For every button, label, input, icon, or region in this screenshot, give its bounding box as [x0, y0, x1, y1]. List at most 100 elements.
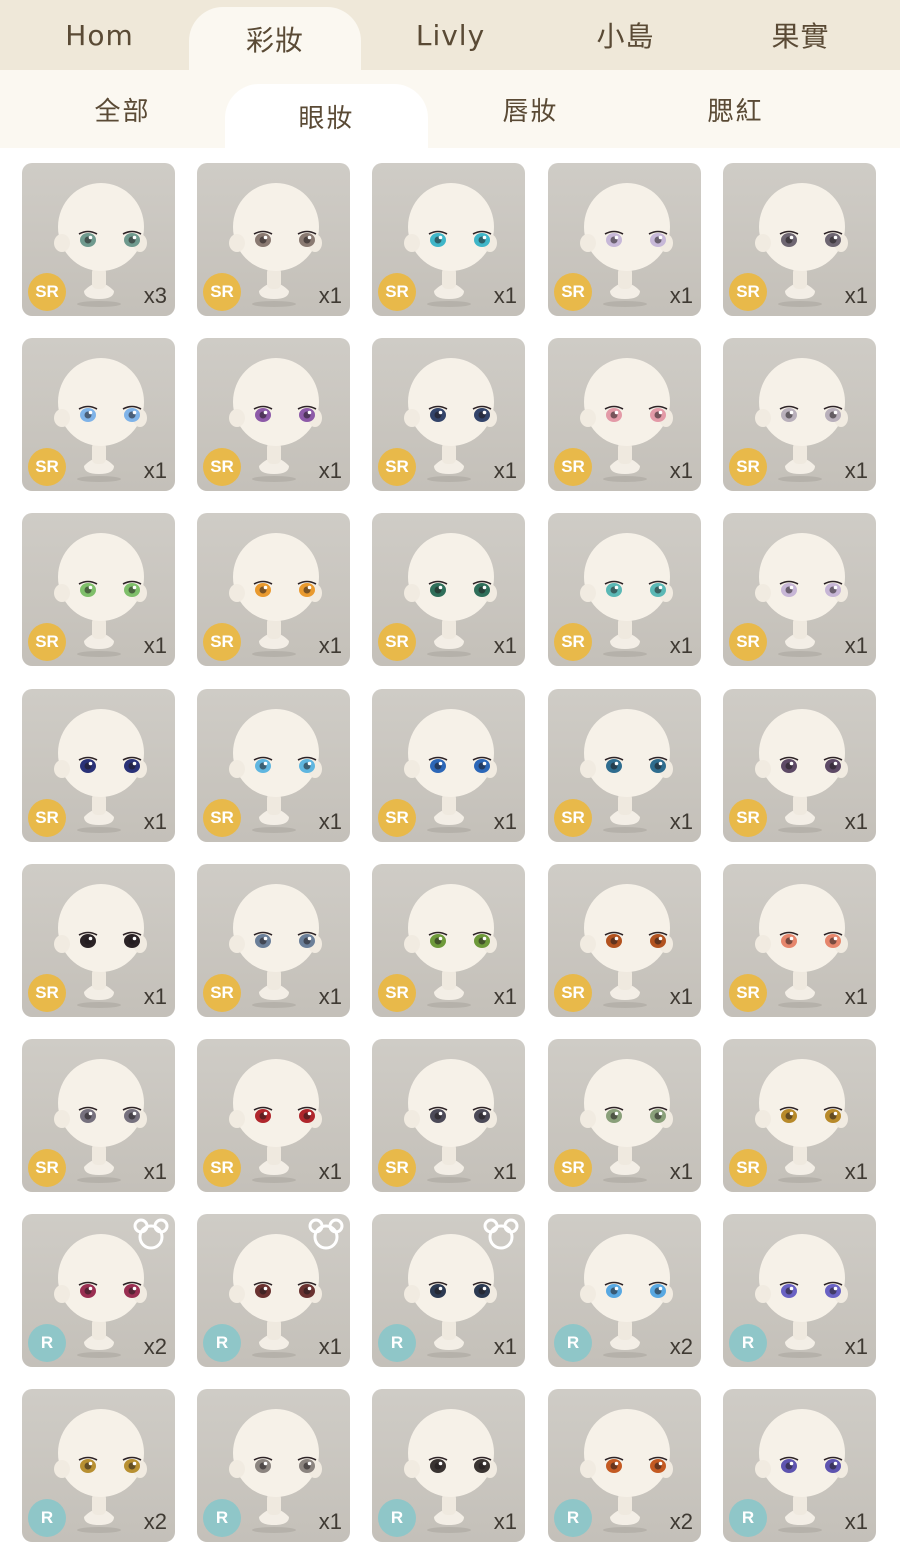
item-quantity: x1: [318, 984, 342, 1009]
item-card[interactable]: SR x1: [723, 338, 876, 491]
item-quantity: x1: [844, 283, 868, 308]
item-card[interactable]: Rx1: [197, 1389, 350, 1542]
item-card[interactable]: SR x3: [22, 163, 175, 316]
item-card[interactable]: Rx2: [548, 1214, 701, 1367]
top-tab-bar: Hom 彩妝 Livly 小島 果實: [0, 0, 900, 70]
item-quantity: x2: [669, 1334, 693, 1359]
subtab-eye-makeup[interactable]: 眼妝: [225, 84, 428, 148]
item-quantity: x1: [143, 633, 167, 658]
item-card[interactable]: SR x1: [197, 513, 350, 666]
bear-ears-icon: [483, 1218, 519, 1250]
item-card[interactable]: SR x1: [723, 1039, 876, 1192]
item-quantity: x1: [318, 458, 342, 483]
item-card[interactable]: Rx1: [723, 1214, 876, 1367]
tab-label: 果實: [771, 20, 830, 53]
tab-island[interactable]: 小島: [538, 0, 713, 70]
item-quantity: x1: [669, 984, 693, 1009]
tab-fruit[interactable]: 果實: [713, 0, 888, 70]
rarity-badge: SR: [28, 974, 66, 1012]
rarity-badge: SR: [378, 273, 416, 311]
item-quantity: x1: [143, 984, 167, 1009]
rarity-badge: R: [729, 1324, 767, 1362]
item-card[interactable]: SR x1: [22, 864, 175, 1017]
item-card[interactable]: SR x1: [372, 864, 525, 1017]
item-card[interactable]: SR x1: [372, 163, 525, 316]
bear-ears-icon: [133, 1218, 169, 1250]
item-card[interactable]: Rx2: [22, 1389, 175, 1542]
item-card[interactable]: SR x1: [548, 163, 701, 316]
item-quantity: x1: [143, 458, 167, 483]
rarity-badge: R: [554, 1499, 592, 1537]
item-card[interactable]: SR x1: [197, 689, 350, 842]
rarity-badge: SR: [554, 623, 592, 661]
item-card[interactable]: SR x1: [372, 513, 525, 666]
rarity-badge: SR: [28, 1149, 66, 1187]
rarity-badge: SR: [378, 1149, 416, 1187]
tab-livly[interactable]: Livly: [363, 0, 538, 70]
rarity-badge: SR: [378, 799, 416, 837]
item-card[interactable]: SR x1: [372, 1039, 525, 1192]
rarity-badge: SR: [378, 974, 416, 1012]
rarity-badge: SR: [203, 799, 241, 837]
item-card[interactable]: Rx1: [197, 1214, 350, 1367]
item-card[interactable]: SR x1: [723, 689, 876, 842]
rarity-badge: SR: [203, 1149, 241, 1187]
rarity-badge: SR: [203, 273, 241, 311]
item-quantity: x1: [493, 809, 517, 834]
rarity-badge: SR: [729, 623, 767, 661]
rarity-badge: R: [729, 1499, 767, 1537]
item-card[interactable]: SR x1: [22, 689, 175, 842]
item-quantity: x1: [669, 809, 693, 834]
tab-label: Livly: [415, 18, 486, 52]
item-card[interactable]: SR x1: [548, 1039, 701, 1192]
item-card[interactable]: SR x1: [22, 1039, 175, 1192]
item-quantity: x1: [493, 283, 517, 308]
item-quantity: x1: [493, 633, 517, 658]
item-quantity: x1: [318, 1334, 342, 1359]
item-card[interactable]: Rx1: [723, 1389, 876, 1542]
item-quantity: x1: [844, 633, 868, 658]
subtab-lip-makeup[interactable]: 唇妝: [428, 70, 633, 148]
item-card[interactable]: SR x1: [723, 163, 876, 316]
item-card[interactable]: SR x1: [197, 338, 350, 491]
item-card[interactable]: Rx2: [548, 1389, 701, 1542]
rarity-badge: SR: [554, 1149, 592, 1187]
item-card[interactable]: SR x1: [723, 513, 876, 666]
item-card[interactable]: SR x1: [548, 338, 701, 491]
item-card[interactable]: SR x1: [548, 689, 701, 842]
item-card[interactable]: SR x1: [197, 864, 350, 1017]
item-quantity: x2: [669, 1509, 693, 1534]
rarity-badge: R: [378, 1499, 416, 1537]
item-card[interactable]: SR x1: [197, 1039, 350, 1192]
rarity-badge: SR: [203, 448, 241, 486]
item-quantity: x1: [318, 809, 342, 834]
item-card[interactable]: SR x1: [723, 864, 876, 1017]
tab-makeup[interactable]: 彩妝: [189, 7, 361, 70]
rarity-badge: SR: [28, 799, 66, 837]
subtab-blush[interactable]: 腮紅: [633, 70, 838, 148]
subtab-all[interactable]: 全部: [20, 70, 225, 148]
item-quantity: x1: [844, 984, 868, 1009]
rarity-badge: SR: [378, 623, 416, 661]
item-card[interactable]: SR x1: [372, 338, 525, 491]
item-card[interactable]: SR x1: [548, 513, 701, 666]
item-card[interactable]: Rx1: [372, 1389, 525, 1542]
item-card[interactable]: Rx1: [372, 1214, 525, 1367]
item-card[interactable]: SR x1: [372, 689, 525, 842]
item-quantity: x1: [143, 1159, 167, 1184]
item-quantity: x1: [318, 633, 342, 658]
item-quantity: x1: [844, 1159, 868, 1184]
tab-hom[interactable]: Hom: [12, 0, 187, 70]
item-card[interactable]: SR x1: [548, 864, 701, 1017]
rarity-badge: SR: [554, 448, 592, 486]
item-card[interactable]: Rx2: [22, 1214, 175, 1367]
item-card[interactable]: SR x1: [22, 513, 175, 666]
item-card[interactable]: SR x1: [22, 338, 175, 491]
rarity-badge: SR: [729, 273, 767, 311]
rarity-badge: SR: [729, 1149, 767, 1187]
item-quantity: x3: [143, 283, 167, 308]
rarity-badge: SR: [554, 273, 592, 311]
item-quantity: x2: [143, 1509, 167, 1534]
item-card[interactable]: SR x1: [197, 163, 350, 316]
rarity-badge: SR: [203, 974, 241, 1012]
